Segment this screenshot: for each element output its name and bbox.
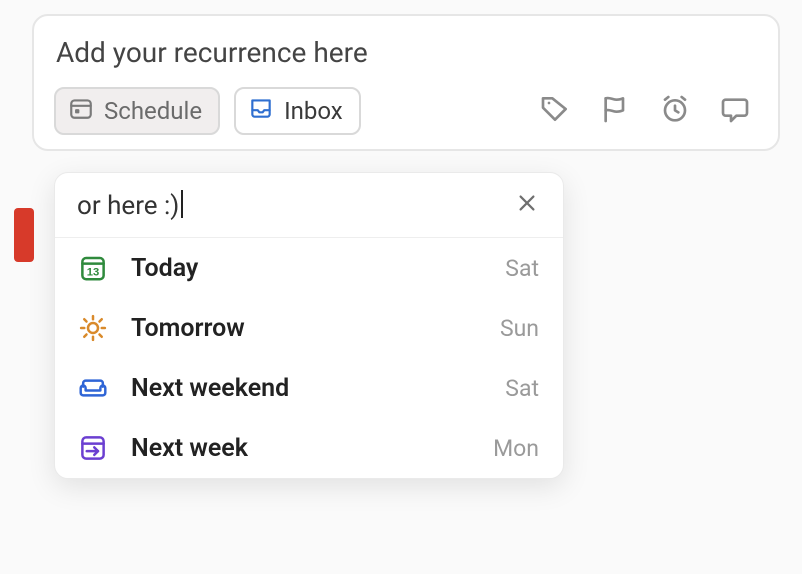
inbox-chip[interactable]: Inbox	[234, 87, 361, 135]
svg-text:13: 13	[87, 267, 100, 279]
schedule-chip-label: Schedule	[104, 97, 202, 125]
comment-icon	[719, 93, 751, 129]
dropdown-item-hint: Sun	[500, 315, 539, 342]
flag-button[interactable]	[592, 90, 638, 132]
flag-icon	[599, 93, 631, 129]
task-card: Add your recurrence here Schedule	[32, 14, 780, 151]
dropdown-item-label: Next week	[131, 434, 471, 463]
reminder-button[interactable]	[652, 90, 698, 132]
dropdown-search-value: or here :)	[77, 191, 179, 221]
arrow-box-icon	[77, 432, 109, 464]
dropdown-item-label: Tomorrow	[131, 314, 478, 343]
comment-button[interactable]	[712, 90, 758, 132]
dropdown-item-label: Next weekend	[131, 374, 483, 403]
dropdown-search-row: or here :)	[55, 173, 563, 237]
calendar-icon	[68, 95, 94, 127]
tag-icon	[539, 93, 571, 129]
dropdown-item-hint: Mon	[493, 435, 539, 462]
calendar-13-icon: 13	[77, 252, 109, 284]
schedule-chip[interactable]: Schedule	[54, 87, 220, 135]
red-accent-tab	[14, 208, 34, 262]
inbox-icon	[248, 95, 274, 127]
dropdown-item-label: Today	[131, 254, 483, 283]
dropdown-clear-button[interactable]	[509, 187, 545, 223]
text-caret	[181, 190, 183, 218]
dropdown-item-next-weekend[interactable]: Next weekend Sat	[55, 358, 563, 418]
couch-icon	[77, 372, 109, 404]
schedule-dropdown: or here :) 13 Today S	[54, 172, 564, 479]
tag-button[interactable]	[532, 90, 578, 132]
dropdown-item-hint: Sat	[505, 255, 539, 282]
close-icon	[516, 192, 538, 218]
dropdown-item-next-week[interactable]: Next week Mon	[55, 418, 563, 478]
dropdown-item-hint: Sat	[505, 375, 539, 402]
alarm-clock-icon	[659, 93, 691, 129]
sun-icon	[77, 312, 109, 344]
dropdown-item-tomorrow[interactable]: Tomorrow Sun	[55, 298, 563, 358]
inbox-chip-label: Inbox	[284, 97, 343, 125]
task-title-input[interactable]: Add your recurrence here	[54, 30, 758, 87]
dropdown-item-today[interactable]: 13 Today Sat	[55, 238, 563, 298]
task-toolbar: Schedule Inbox	[54, 87, 758, 135]
dropdown-search-input[interactable]: or here :)	[77, 190, 509, 221]
